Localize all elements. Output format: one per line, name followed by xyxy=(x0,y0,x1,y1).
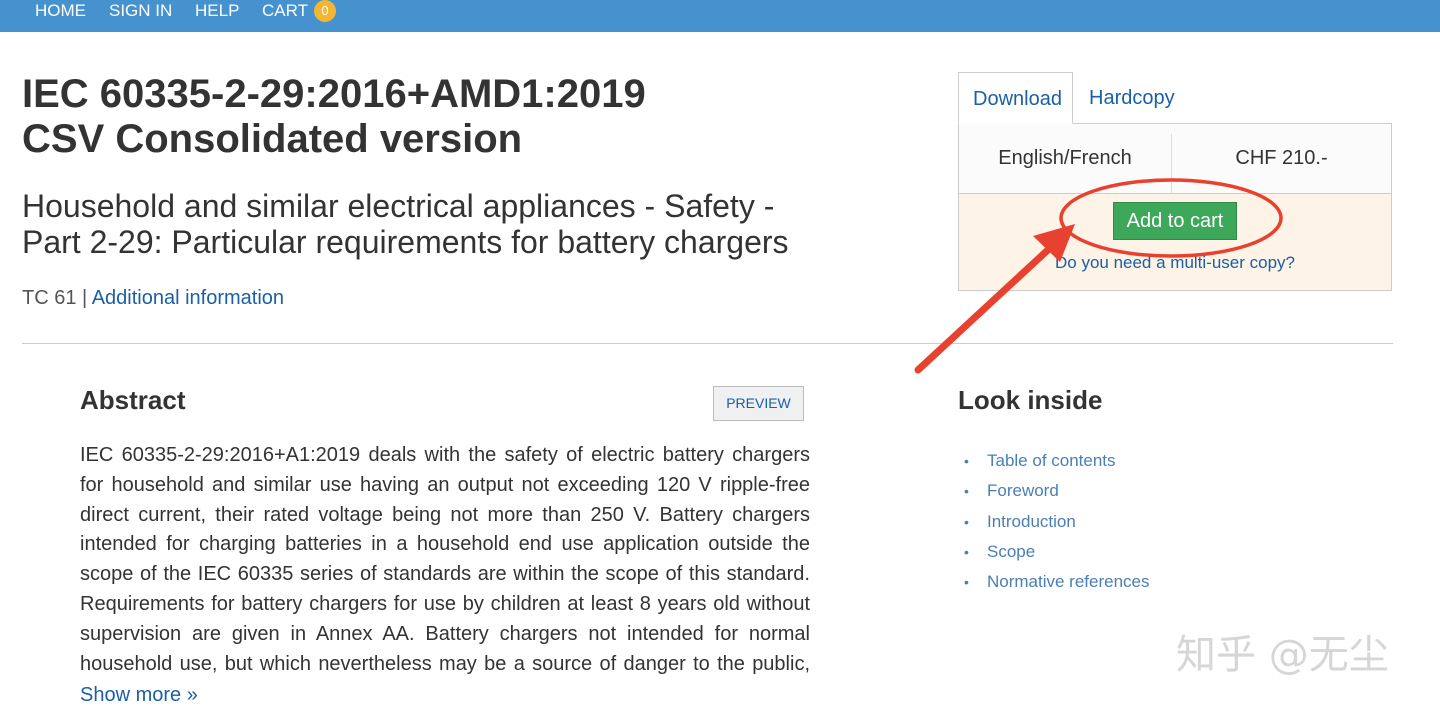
look-inside-item-label: Scope xyxy=(987,541,1036,561)
bullet-icon: • xyxy=(964,453,969,469)
tab-hardcopy[interactable]: Hardcopy xyxy=(1075,72,1190,124)
nav-sign-in-link[interactable]: SIGN IN xyxy=(109,0,172,22)
look-inside-item-normative-references[interactable]: • Normative references xyxy=(964,569,1150,599)
look-inside-item-label: Introduction xyxy=(987,511,1076,531)
cart-count-badge: 0 xyxy=(313,0,336,22)
tab-download[interactable]: Download xyxy=(958,72,1073,124)
abstract-heading: Abstract xyxy=(80,385,186,415)
look-inside-item-foreword[interactable]: • Foreword xyxy=(964,478,1150,508)
section-divider xyxy=(22,343,1393,344)
bullet-icon: • xyxy=(964,543,969,560)
multi-user-copy-link[interactable]: Do you need a multi-user copy? xyxy=(959,252,1391,274)
look-inside-item-scope[interactable]: • Scope xyxy=(964,539,1150,569)
look-inside-item-table-of-contents[interactable]: • Table of contents xyxy=(964,448,1150,478)
look-inside-item-label: Normative references xyxy=(987,572,1150,592)
additional-information-link[interactable]: Additional information xyxy=(92,287,284,309)
show-more-link[interactable]: Show more » xyxy=(80,683,198,707)
page-subtitle: Household and similar electrical applian… xyxy=(22,188,789,260)
bullet-icon: • xyxy=(964,574,969,591)
nav-help-link[interactable]: HELP xyxy=(195,0,239,22)
page-title: IEC 60335-2-29:2016+AMD1:2019 CSV Consol… xyxy=(22,72,646,161)
purchase-option-row: English/French CHF 210.- xyxy=(959,124,1391,194)
tc-info-line: TC 61 | Additional information xyxy=(22,286,284,310)
nav-home-link[interactable]: HOME xyxy=(35,0,86,22)
top-nav-bar: HOME SIGN IN HELP CART 0 xyxy=(0,0,1440,32)
bullet-icon: • xyxy=(964,483,969,500)
price-label: CHF 210.- xyxy=(1235,147,1328,169)
look-inside-heading: Look inside xyxy=(958,385,1103,415)
look-inside-item-label: Table of contents xyxy=(987,451,1116,470)
tc-label: TC 61 xyxy=(22,287,77,309)
purchase-actions: Add to cart Do you need a multi-user cop… xyxy=(959,194,1391,290)
look-inside-list: • Table of contents • Foreword • Introducti… xyxy=(964,448,1150,599)
preview-button[interactable]: PREVIEW xyxy=(713,386,804,421)
look-inside-item-introduction[interactable]: • Introduction xyxy=(964,509,1150,539)
purchase-box: English/French CHF 210.- Add to cart Do … xyxy=(958,123,1392,291)
bullet-icon: • xyxy=(964,513,969,530)
abstract-text: IEC 60335-2-29:2016+A1:2019 deals with t… xyxy=(80,444,810,675)
language-label: English/French xyxy=(998,147,1132,169)
look-inside-item-label: Foreword xyxy=(987,481,1059,501)
add-to-cart-button[interactable]: Add to cart xyxy=(1113,202,1237,240)
nav-cart-link[interactable]: CART 0 xyxy=(262,0,336,22)
nav-cart-label: CART xyxy=(262,1,308,20)
tc-separator: | xyxy=(82,287,88,309)
watermark-text: 知乎 @无尘 xyxy=(1176,632,1389,678)
